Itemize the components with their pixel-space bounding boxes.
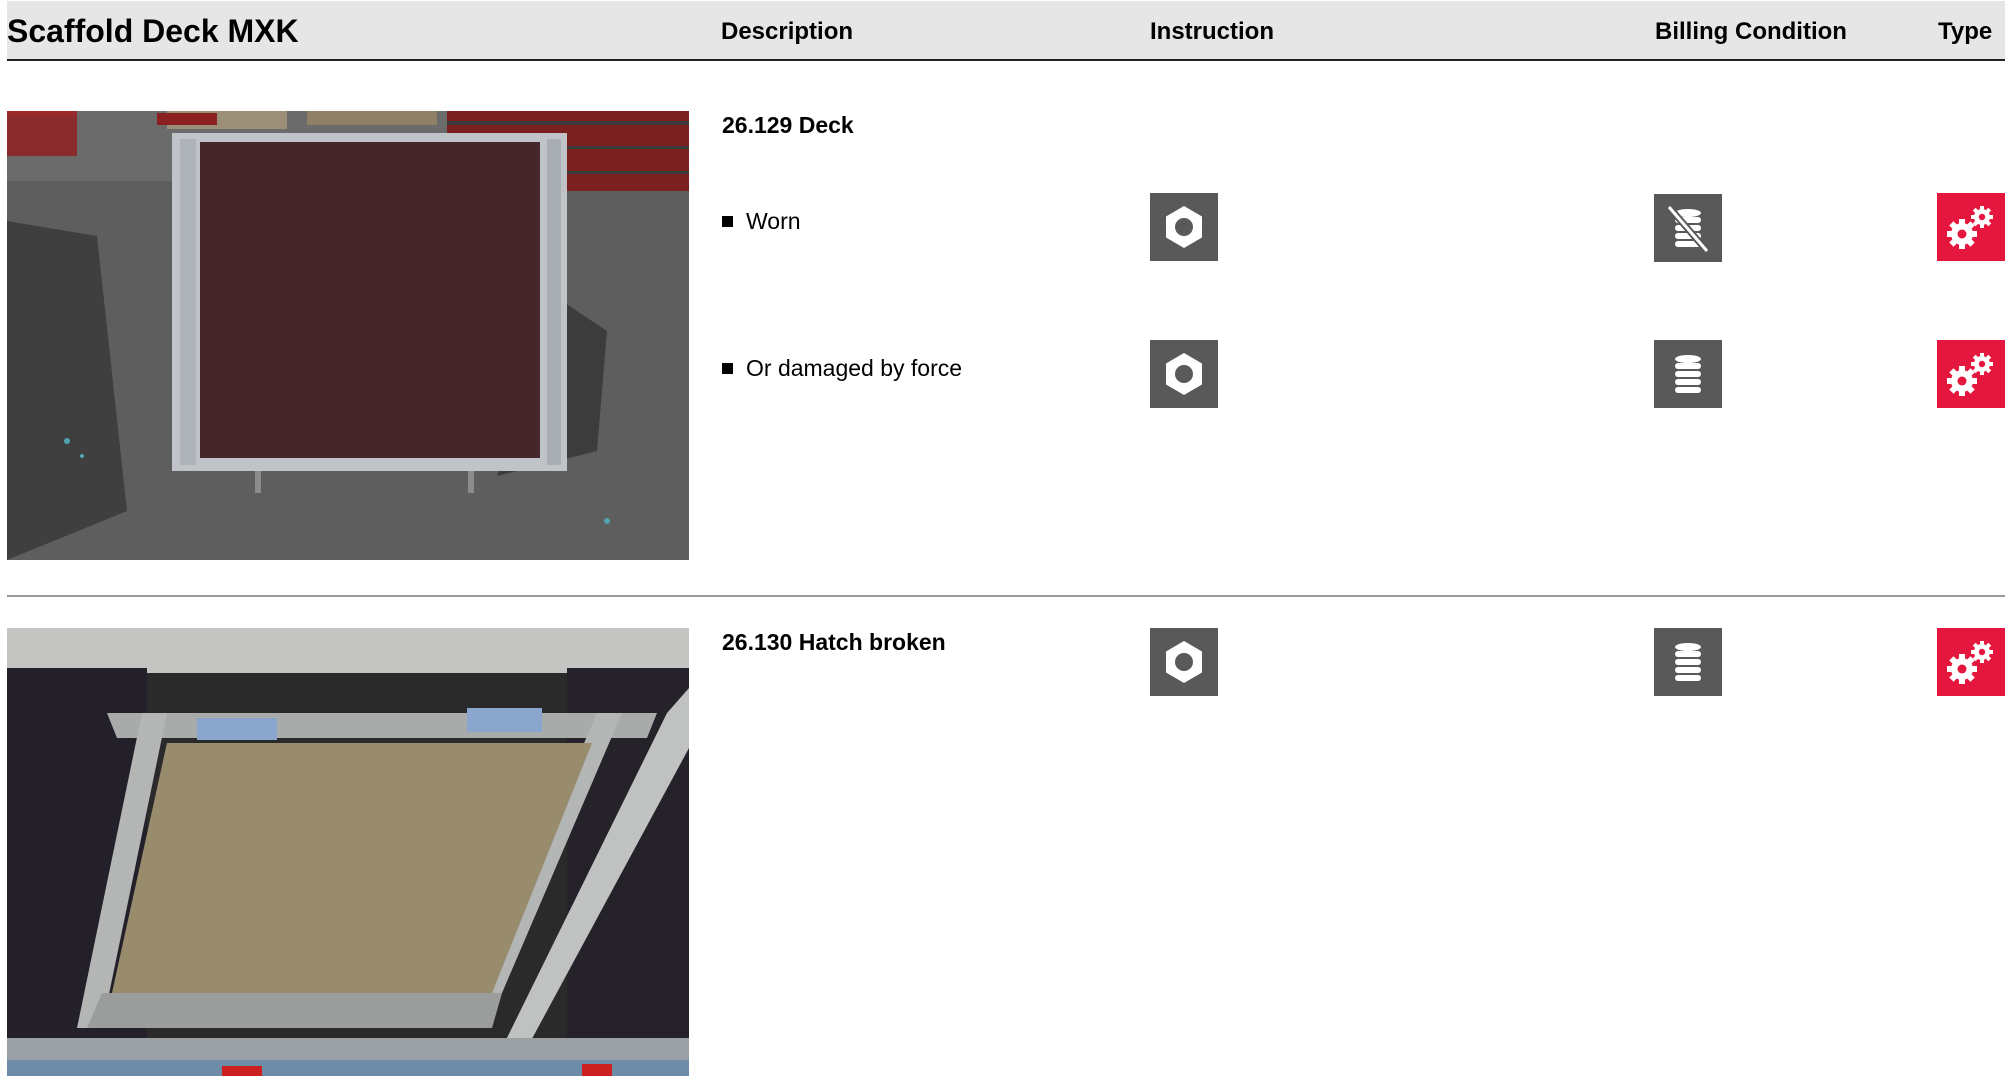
item-title: 26.130 Hatch broken [722,629,946,655]
coins-crossed-icon [1654,194,1722,262]
nut-icon [1150,193,1218,261]
condition-item: Worn [722,208,801,235]
column-header-billing-condition: Billing Condition [1655,18,1847,45]
nut-icon [1150,340,1218,408]
gears-icon [1937,628,2005,696]
coins-icon [1654,628,1722,696]
column-header-type: Type [1938,18,1993,45]
table-header: Scaffold Deck MXK Description Instructio… [7,1,2005,61]
column-header-instruction: Instruction [1150,18,1274,45]
row-divider [7,595,2005,597]
deck-photo [7,111,689,560]
hatch-photo [7,628,689,1076]
nut-icon [1150,628,1218,696]
gears-icon [1937,193,2005,261]
bullet-icon [722,363,733,374]
condition-item: Or damaged by force [722,355,962,382]
coins-icon [1654,340,1722,408]
page-title: Scaffold Deck MXK [7,13,299,49]
gears-icon [1937,340,2005,408]
column-header-description: Description [721,18,854,45]
condition-label: Or damaged by force [746,355,963,381]
item-title: 26.129 Deck [722,112,854,138]
bullet-icon [722,216,733,227]
condition-label: Worn [746,208,801,234]
